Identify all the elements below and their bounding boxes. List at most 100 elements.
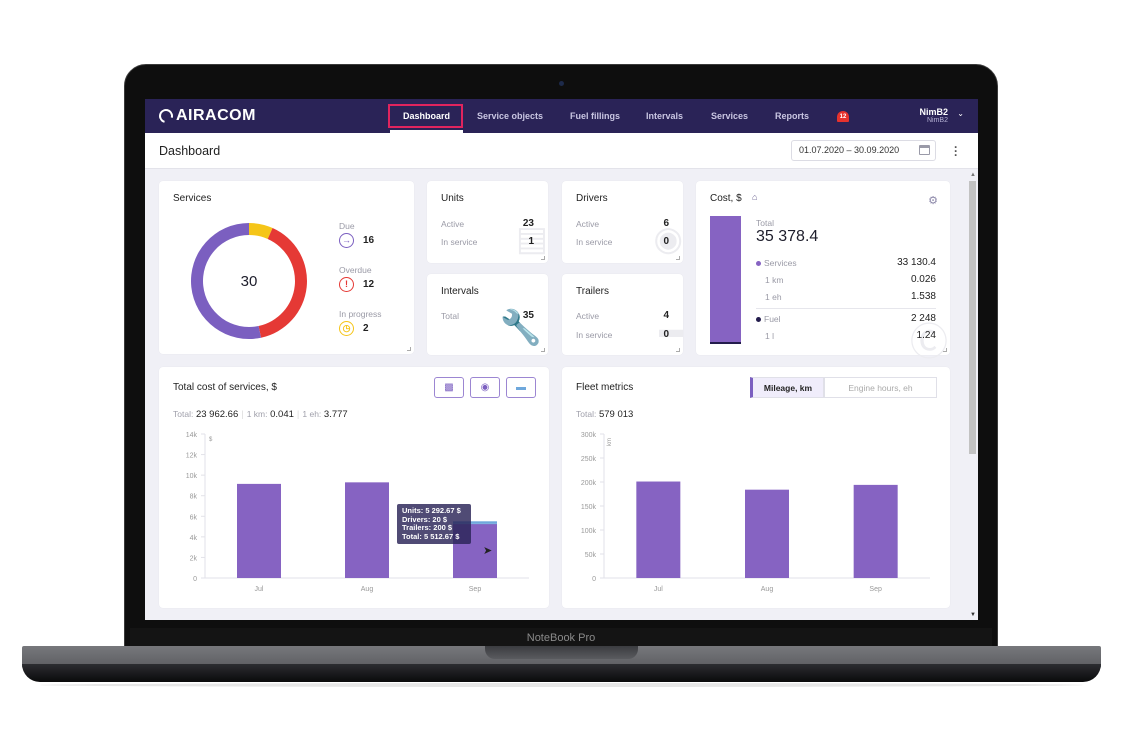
resize-handle[interactable] bbox=[541, 348, 545, 352]
resize-handle[interactable] bbox=[676, 256, 680, 260]
drivers-in-service-label: In service bbox=[576, 237, 613, 247]
nav-reports[interactable]: Reports bbox=[775, 99, 809, 133]
laptop-shadow bbox=[40, 683, 1083, 687]
legend-in-progress-label: In progress bbox=[339, 309, 382, 319]
x-tick-label: Sep bbox=[469, 586, 482, 593]
scroll-up-arrow-icon[interactable]: ▲ bbox=[970, 172, 976, 178]
y-tick-label: 4k bbox=[190, 535, 198, 542]
y-axis-unit-label: $ bbox=[209, 437, 213, 443]
camera bbox=[559, 81, 564, 86]
services-dot bbox=[756, 261, 761, 267]
clock-icon: ◷ bbox=[339, 321, 354, 336]
fleet-metrics-bar-chart: 0 50k 100k 150k 200k 250k 300k km Jul Aug Sep bbox=[581, 432, 930, 593]
date-range-picker[interactable]: 01.07.2020 – 30.09.2020 bbox=[791, 140, 936, 161]
y-axis-unit-label: km bbox=[607, 438, 613, 446]
scroll-down-arrow-icon[interactable]: ▼ bbox=[970, 612, 976, 618]
app-screen: AIRACOM Dashboard Service objects Fuel f… bbox=[145, 99, 978, 620]
x-tick-label: Sep bbox=[869, 586, 882, 593]
calendar-icon[interactable] bbox=[919, 145, 930, 155]
filter-trailers-button[interactable]: ▬ bbox=[506, 377, 536, 398]
summary-km-label: 1 km: bbox=[246, 409, 268, 419]
trailers-card-title: Trailers bbox=[576, 286, 609, 297]
y-tick-label: 200k bbox=[581, 480, 597, 487]
date-range-value: 01.07.2020 – 30.09.2020 bbox=[799, 145, 900, 155]
drivers-card-title: Drivers bbox=[576, 193, 608, 204]
bar-units-aug[interactable] bbox=[345, 482, 389, 578]
services-total: 30 bbox=[241, 273, 258, 290]
resize-handle[interactable] bbox=[407, 347, 411, 351]
x-tick-label: Jul bbox=[255, 586, 264, 593]
drivers-in-service-value: 0 bbox=[663, 236, 669, 247]
trailers-card: ▬ Trailers Active 4 In service 0 bbox=[562, 274, 683, 355]
nav-intervals[interactable]: Intervals bbox=[646, 99, 683, 133]
y-tick-label: 150k bbox=[581, 504, 597, 511]
bar-units-jul[interactable] bbox=[237, 483, 281, 578]
units-active-value: 23 bbox=[522, 218, 534, 229]
resize-handle[interactable] bbox=[676, 348, 680, 352]
y-tick-label: 14k bbox=[186, 432, 198, 439]
units-card-title: Units bbox=[441, 193, 464, 204]
y-tick-label: 2k bbox=[190, 555, 198, 562]
tab-mileage[interactable]: Mileage, km bbox=[750, 377, 824, 398]
nav-dashboard[interactable]: Dashboard bbox=[403, 99, 450, 133]
cost-per-km-label: 1 km bbox=[765, 275, 784, 285]
total-cost-summary: Total: 23 962.66 | 1 km: 0.041 | 1 eh: 3.777 bbox=[173, 409, 348, 420]
x-tick-label: Jul bbox=[654, 586, 663, 593]
resize-handle[interactable] bbox=[541, 256, 545, 260]
donut-slice-overdue[interactable] bbox=[258, 228, 307, 338]
summary-km-value: 0.041 bbox=[270, 409, 294, 420]
nav-service-objects[interactable]: Service objects bbox=[477, 99, 543, 133]
filter-drivers-button[interactable]: ◉ bbox=[470, 377, 500, 398]
legend-due-label: Due bbox=[339, 221, 355, 231]
steering-wheel-icon: ◉ bbox=[480, 382, 490, 393]
total-cost-bar-chart: 0 2k 4k 6k 8k 10k 12k 14k $ Jul Aug Sep bbox=[186, 432, 529, 593]
cost-services-value: 33 130.4 bbox=[897, 257, 936, 268]
tab-engine-hours[interactable]: Engine hours, eh bbox=[824, 377, 937, 398]
y-tick-label: 12k bbox=[186, 453, 198, 460]
mouse-cursor-icon: ➤ bbox=[483, 545, 493, 557]
trailers-active-label: Active bbox=[576, 311, 600, 321]
summary-total-value: 23 962.66 bbox=[195, 409, 239, 420]
chevron-down-icon[interactable]: ⌄ bbox=[957, 109, 964, 118]
cost-per-eh-value: 1.538 bbox=[910, 291, 936, 302]
cost-total-value: 35 378.4 bbox=[756, 228, 819, 245]
user-subtitle: NimB2 bbox=[926, 117, 948, 124]
cost-card-title: Cost, $ bbox=[710, 193, 742, 204]
laptop-brand-label: NoteBook Pro bbox=[130, 628, 992, 648]
y-tick-label: 250k bbox=[581, 456, 597, 463]
nav-services[interactable]: Services bbox=[711, 99, 748, 133]
bar-mileage-km-sep[interactable] bbox=[853, 484, 898, 578]
filter-units-button[interactable]: ▩ bbox=[434, 377, 464, 398]
legend-overdue-value: 12 bbox=[363, 279, 375, 290]
cost-divider bbox=[756, 308, 936, 309]
summary-eh-label: 1 eh: bbox=[302, 409, 322, 419]
cost-services-label: Services bbox=[756, 258, 797, 268]
fleet-metrics-title: Fleet metrics bbox=[576, 382, 634, 393]
drivers-active-value: 6 bbox=[663, 218, 669, 229]
legend-due-value: 16 bbox=[363, 235, 375, 246]
fuel-dot bbox=[756, 317, 761, 323]
bar-mileage-km-jul[interactable] bbox=[636, 481, 681, 578]
app-logo[interactable]: AIRACOM bbox=[156, 106, 256, 126]
y-tick-label: 8k bbox=[190, 494, 198, 501]
more-options-icon[interactable]: · · · bbox=[953, 141, 959, 161]
intervals-card-title: Intervals bbox=[441, 286, 479, 297]
nav-fuel-fillings[interactable]: Fuel fillings bbox=[570, 99, 620, 133]
user-name[interactable]: NimB2 bbox=[919, 107, 948, 117]
bar-mileage-km-aug[interactable] bbox=[745, 489, 789, 578]
summary-total-label: Total: bbox=[173, 409, 194, 419]
vertical-scrollbar[interactable]: ▲ ▼ bbox=[967, 169, 978, 620]
fleet-metrics-card: Fleet metrics Mileage, km Engine hours, … bbox=[562, 367, 950, 608]
chart-tooltip: Units: 5 292.67 $ Drivers: 20 $ Trailers… bbox=[397, 504, 471, 544]
trailers-in-service-label: In service bbox=[576, 330, 613, 340]
resize-handle[interactable] bbox=[943, 348, 947, 352]
signal-icon[interactable]: ⌂ bbox=[752, 192, 757, 202]
fleet-total-label: Total: bbox=[576, 409, 597, 419]
scrollbar-thumb[interactable] bbox=[969, 181, 976, 454]
gear-icon[interactable]: ⚙ bbox=[928, 194, 938, 207]
exclamation-icon: ! bbox=[339, 277, 354, 292]
bell-icon[interactable]: 12 bbox=[837, 111, 849, 122]
legend-in-progress-value: 2 bbox=[363, 323, 369, 334]
y-tick-label: 6k bbox=[190, 514, 198, 521]
car-icon: ▩ bbox=[444, 382, 454, 393]
